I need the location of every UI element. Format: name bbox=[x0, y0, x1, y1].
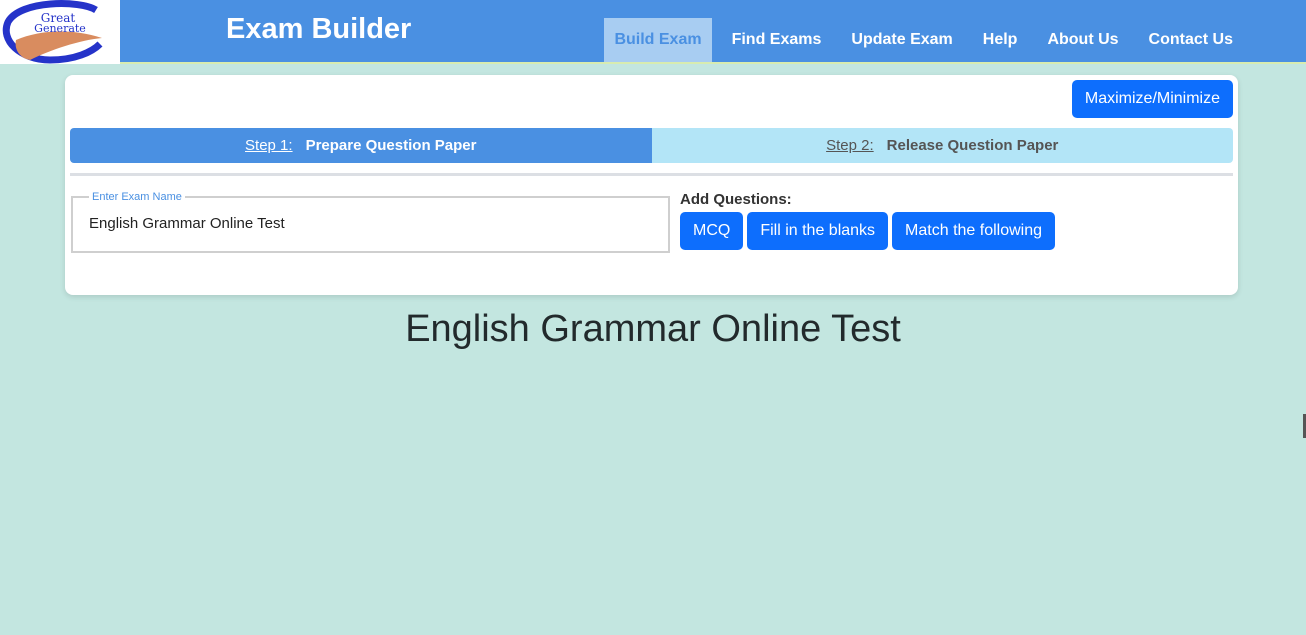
nav-build-exam[interactable]: Build Exam bbox=[604, 18, 712, 62]
mcq-button[interactable]: MCQ bbox=[680, 212, 744, 250]
logo[interactable]: Great Generate bbox=[0, 0, 120, 64]
exam-builder-card: Maximize/Minimize Step 1: Prepare Questi… bbox=[65, 75, 1238, 295]
fill-in-the-blanks-button[interactable]: Fill in the blanks bbox=[747, 212, 889, 250]
match-the-following-button[interactable]: Match the following bbox=[892, 212, 1056, 250]
app-title: Exam Builder bbox=[226, 13, 412, 45]
divider bbox=[70, 173, 1233, 176]
navbar: Great Generate Exam Builder Build Exam F… bbox=[0, 0, 1306, 64]
nav-find-exams[interactable]: Find Exams bbox=[717, 18, 837, 62]
step-2-label: Release Question Paper bbox=[886, 137, 1059, 154]
exam-name-legend: Enter Exam Name bbox=[92, 191, 182, 203]
question-type-buttons: MCQ Fill in the blanks Match the followi… bbox=[680, 212, 1056, 250]
exam-title-heading: English Grammar Online Test bbox=[405, 308, 901, 350]
nav-about-us[interactable]: About Us bbox=[1032, 18, 1133, 62]
step-2-number[interactable]: Step 2: bbox=[826, 137, 874, 154]
step-1-label: Prepare Question Paper bbox=[305, 137, 477, 154]
add-questions-section: Add Questions: MCQ Fill in the blanks Ma… bbox=[680, 191, 1056, 250]
add-questions-label: Add Questions: bbox=[680, 191, 792, 208]
logo-text-bottom: Generate bbox=[34, 22, 86, 35]
maximize-minimize-button[interactable]: Maximize/Minimize bbox=[1071, 80, 1233, 118]
step-1-number[interactable]: Step 1: bbox=[245, 137, 293, 154]
logo-icon: Great Generate bbox=[2, 0, 103, 64]
exam-name-input[interactable] bbox=[89, 215, 652, 232]
exam-name-fieldset: Enter Exam Name bbox=[71, 191, 670, 253]
nav-help[interactable]: Help bbox=[968, 18, 1033, 62]
step-2-tab[interactable]: Step 2: Release Question Paper bbox=[651, 128, 1233, 163]
nav-contact-us[interactable]: Contact Us bbox=[1134, 18, 1248, 62]
nav-links: Build Exam Find Exams Update Exam Help A… bbox=[604, 18, 1248, 62]
step-tabs: Step 1: Prepare Question Paper Step 2: R… bbox=[70, 128, 1233, 163]
step-1-tab[interactable]: Step 1: Prepare Question Paper bbox=[70, 128, 652, 163]
nav-update-exam[interactable]: Update Exam bbox=[836, 18, 967, 62]
